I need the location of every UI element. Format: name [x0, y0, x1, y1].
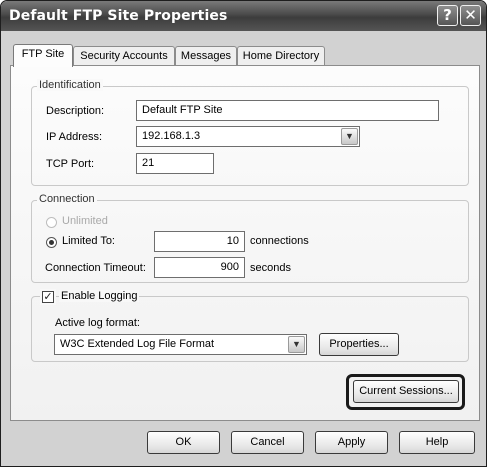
log-format-value: W3C Extended Log File Format [60, 338, 215, 350]
apply-button[interactable]: Apply [315, 431, 388, 454]
tcp-port-field[interactable]: 21 [136, 153, 214, 174]
tab-label: Security Accounts [80, 50, 168, 62]
ip-address-label: IP Address: [46, 131, 103, 143]
identification-legend: Identification [37, 79, 103, 91]
button-label: OK [175, 436, 192, 448]
button-label: Properties... [329, 338, 389, 350]
unlimited-radio[interactable] [46, 217, 57, 228]
ip-address-select[interactable]: 192.168.1.3 ▼ [136, 126, 360, 147]
description-value: Default FTP Site [142, 104, 223, 116]
help-icon: ? [443, 6, 452, 24]
tcp-port-value: 21 [142, 157, 155, 169]
help-button[interactable]: Help [399, 431, 475, 454]
ip-address-value: 192.168.1.3 [142, 130, 201, 142]
check-icon: ✓ [43, 291, 53, 303]
tab-label: FTP Site [21, 48, 65, 60]
log-format-select[interactable]: W3C Extended Log File Format ▼ [54, 334, 307, 355]
active-log-format-label: Active log format: [55, 317, 140, 329]
connections-unit-label: connections [250, 235, 309, 247]
close-button[interactable]: ✕ [460, 5, 481, 26]
chevron-down-icon[interactable]: ▼ [288, 336, 305, 353]
tab-home-directory[interactable]: Home Directory [237, 46, 325, 66]
radio-selected-dot [49, 240, 54, 245]
cancel-button[interactable]: Cancel [231, 431, 304, 454]
description-label: Description: [46, 105, 105, 117]
tab-panel: Identification Description: Default FTP … [10, 65, 480, 421]
tcp-port-label: TCP Port: [46, 158, 95, 170]
limited-to-label: Limited To: [62, 235, 115, 247]
window-title: Default FTP Site Properties [9, 8, 228, 24]
enable-logging-label: Enable Logging [59, 290, 140, 302]
properties-dialog: Default FTP Site Properties ? ✕ FTP Site… [0, 0, 487, 467]
tab-messages[interactable]: Messages [175, 46, 237, 66]
help-title-button[interactable]: ? [437, 5, 458, 26]
close-icon: ✕ [464, 6, 477, 24]
description-field[interactable]: Default FTP Site [136, 100, 439, 121]
limited-to-field[interactable]: 10 [154, 231, 245, 252]
connection-timeout-field[interactable]: 900 [154, 257, 245, 278]
connection-timeout-label: Connection Timeout: [45, 262, 146, 274]
highlight-callout-ring [346, 374, 465, 410]
tab-label: Home Directory [242, 50, 320, 62]
enable-logging-checkbox[interactable]: ✓ [42, 291, 54, 303]
unlimited-label: Unlimited [62, 215, 108, 227]
limited-to-value: 10 [226, 235, 239, 247]
tab-label: Messages [180, 50, 232, 62]
ok-button[interactable]: OK [147, 431, 220, 454]
title-bar[interactable]: Default FTP Site Properties ? ✕ [1, 1, 486, 31]
seconds-unit-label: seconds [250, 262, 291, 274]
connection-legend: Connection [37, 193, 97, 205]
tab-ftp-site[interactable]: FTP Site [13, 44, 73, 67]
connection-timeout-value: 900 [220, 261, 239, 273]
button-label: Cancel [250, 436, 285, 448]
log-properties-button[interactable]: Properties... [319, 333, 399, 356]
chevron-down-icon[interactable]: ▼ [341, 128, 358, 145]
tab-security-accounts[interactable]: Security Accounts [73, 46, 175, 66]
limited-to-radio[interactable] [46, 237, 57, 248]
button-label: Apply [337, 436, 366, 448]
button-label: Help [425, 436, 449, 448]
